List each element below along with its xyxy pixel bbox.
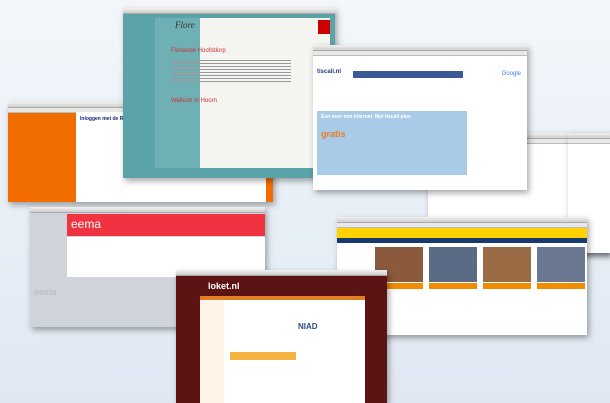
- toolbar: [568, 139, 610, 144]
- banner-offer: gratis: [321, 129, 346, 139]
- flore-logo: Flore: [175, 20, 195, 30]
- welcome-heading: Welkom in Hoorn: [171, 98, 217, 104]
- tiscali-logo: tiscali.nl: [317, 69, 342, 75]
- loket-logo: loket.nl: [208, 281, 240, 291]
- feature-image[interactable]: [429, 247, 477, 282]
- banner-heading: Een neer met internet. Met tiscali plus: [321, 114, 411, 120]
- title-bar: [30, 207, 265, 213]
- window-loket: loket.nl NIAD: [176, 270, 387, 403]
- eema-header: eema: [67, 214, 265, 236]
- google-logo: Google: [501, 71, 521, 77]
- page-heading: Floriande Hoofddorp: [171, 48, 226, 54]
- orange-banner: [230, 352, 296, 360]
- feature-image[interactable]: [483, 247, 531, 282]
- feature-image[interactable]: [537, 247, 585, 282]
- site-nav[interactable]: [200, 296, 365, 300]
- red-badge: [318, 20, 330, 34]
- body-text: [171, 58, 291, 84]
- window-flore: Flore Floriande Hoofddorp Welkom in Hoor…: [123, 8, 335, 178]
- watermark: eema: [34, 287, 57, 297]
- title-bar: [176, 270, 387, 276]
- side-menu[interactable]: [200, 300, 224, 403]
- site-header: [337, 228, 587, 238]
- page-panel: [155, 18, 330, 168]
- title-bar: [123, 8, 335, 14]
- partner-logo: NIAD: [298, 322, 318, 331]
- search-bar[interactable]: [353, 71, 463, 78]
- window-tiscali: tiscali.nl Google Een neer met internet.…: [313, 45, 527, 190]
- page-content: NIAD: [200, 296, 365, 403]
- side-menu: [155, 18, 200, 168]
- toolbar: [313, 51, 527, 56]
- feature-caption: [537, 283, 585, 289]
- eema-logo: eema: [71, 217, 102, 231]
- site-nav[interactable]: [337, 238, 587, 243]
- promo-banner[interactable]: Een neer met internet. Met tiscali plus …: [317, 111, 467, 175]
- feature-caption: [429, 283, 477, 289]
- feature-caption: [483, 283, 531, 289]
